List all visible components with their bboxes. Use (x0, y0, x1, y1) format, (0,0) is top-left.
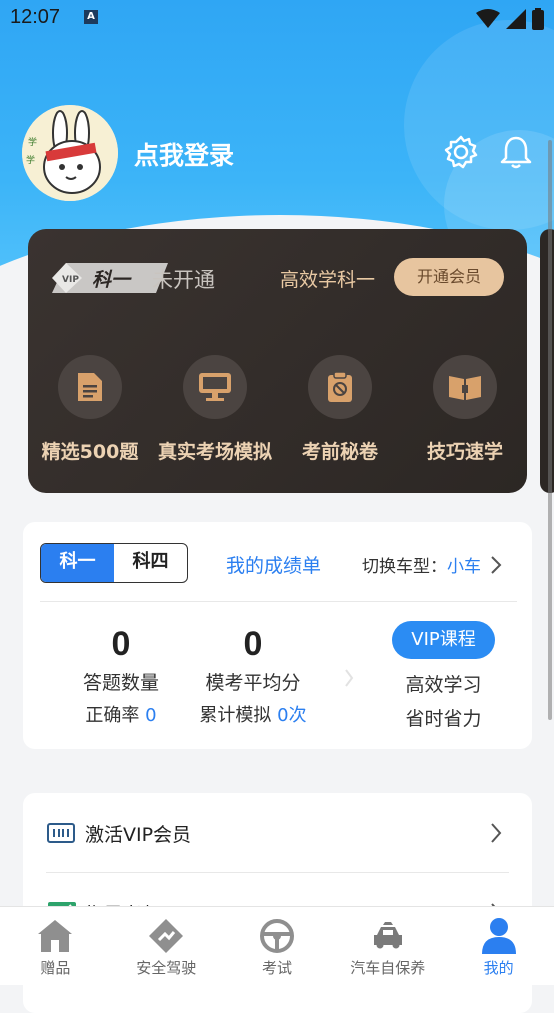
vip-course-desc: 高效学习 省时省力 (392, 668, 495, 736)
user-icon (481, 918, 516, 954)
status-time: 12:07 (10, 6, 61, 28)
settings-gear-icon[interactable] (443, 134, 479, 170)
steering-wheel-icon (259, 919, 294, 953)
subject-badge-text: 科一 (92, 269, 131, 291)
feature-secret-paper[interactable]: 考前秘卷 (275, 355, 405, 464)
nav-label: 考试 (261, 959, 292, 977)
scrollbar[interactable] (548, 140, 552, 720)
battery-icon (532, 8, 544, 30)
subject-tabs: 科一 科四 (40, 543, 188, 583)
vip-card: VIP 科一 未开通 高效学科一 开通会员 精选500题 真实考场模拟 考前秘卷… (28, 229, 527, 493)
notification-a-icon: A (84, 10, 98, 24)
monitor-icon (183, 355, 247, 419)
feature-label: 精选500题 (41, 441, 139, 463)
nav-mine[interactable]: 我的 (443, 907, 554, 985)
signal-icon (506, 9, 526, 29)
nav-label: 安全驾驶 (136, 959, 197, 977)
chevron-right-icon (491, 556, 502, 574)
tab-subject-one[interactable]: 科一 (41, 544, 114, 582)
accuracy-line: 正确率 0 (66, 701, 176, 727)
nav-label: 赠品 (40, 959, 71, 977)
safe-drive-icon (149, 919, 184, 953)
subject-badge: VIP 科一 (52, 263, 168, 293)
avg-score-label: 模考平均分 (205, 672, 301, 694)
nav-gifts[interactable]: 赠品 (0, 907, 111, 985)
subject-status: 未开通 (152, 268, 215, 292)
bottom-nav: 赠品 安全驾驶 考试 汽车自保养 我的 (0, 906, 554, 985)
feature-500-questions[interactable]: 精选500题 (25, 355, 155, 464)
answered-label: 答题数量 (82, 672, 159, 694)
mock-stat[interactable]: 0 模考平均分 累计模拟 0次 (188, 625, 318, 727)
menu-item-activate-vip[interactable]: 激活VIP会员 (23, 793, 532, 873)
feature-mock-exam[interactable]: 真实考场模拟 (150, 355, 280, 464)
accuracy-value: 0 (145, 705, 157, 726)
feature-label: 技巧速学 (426, 441, 503, 463)
car-type-value: 小车 (447, 557, 481, 577)
nav-label: 汽车自保养 (350, 959, 426, 977)
switch-label: 切换车型： (362, 557, 447, 577)
wifi-icon (476, 9, 500, 28)
mock-label: 累计模拟 (199, 705, 272, 726)
mock-count-line: 累计模拟 0次 (188, 701, 318, 727)
secret-paper-icon (308, 355, 372, 419)
answered-count: 0 (111, 625, 131, 663)
faint-chevron-icon (345, 669, 354, 687)
document-icon (58, 355, 122, 419)
car-care-icon (373, 922, 402, 949)
nav-car-care[interactable]: 汽车自保养 (332, 907, 443, 985)
feature-quick-tips[interactable]: 技巧速学 (400, 355, 530, 464)
svg-text:学: 学 (26, 154, 35, 166)
menu-label: 激活VIP会员 (85, 824, 192, 846)
svg-text:学: 学 (28, 136, 37, 148)
svg-text:VIP: VIP (62, 275, 79, 285)
avatar[interactable]: 学 学 (22, 105, 118, 201)
switch-car-type[interactable]: 切换车型：小车 (362, 552, 502, 577)
avg-score: 0 (243, 625, 263, 663)
home-icon (38, 920, 73, 952)
login-prompt[interactable]: 点我登录 (134, 136, 234, 172)
status-bar: 12:07 A (0, 0, 554, 36)
accuracy-label: 正确率 (85, 705, 140, 726)
feature-label: 真实考场模拟 (157, 441, 272, 463)
divider (40, 601, 517, 602)
book-icon (433, 355, 497, 419)
rabbit-avatar-icon: 学 学 (22, 105, 118, 201)
feature-label: 考前秘卷 (301, 441, 378, 463)
vip-desc-line: 高效学习 (405, 674, 482, 696)
score-card: 科一 科四 我的成绩单 切换车型：小车 0 答题数量 正确率 0 0 模考平均分… (23, 522, 532, 749)
notification-bell-icon[interactable] (498, 134, 534, 170)
nav-safe-driving[interactable]: 安全驾驶 (111, 907, 222, 985)
nav-label: 我的 (483, 959, 514, 977)
open-membership-button[interactable]: 开通会员 (394, 258, 504, 296)
chevron-right-icon (491, 823, 502, 843)
mock-value: 0次 (277, 705, 307, 726)
vip-desc-line: 省时省力 (405, 708, 482, 730)
vip-slogan: 高效学科一 (280, 269, 376, 291)
barcode-card-icon (47, 823, 75, 843)
vip-course-button[interactable]: VIP课程 (392, 621, 495, 659)
tab-subject-four[interactable]: 科四 (114, 544, 187, 582)
my-report-link[interactable]: 我的成绩单 (226, 551, 321, 578)
nav-exam[interactable]: 考试 (222, 907, 333, 985)
answered-stat[interactable]: 0 答题数量 正确率 0 (66, 625, 176, 727)
